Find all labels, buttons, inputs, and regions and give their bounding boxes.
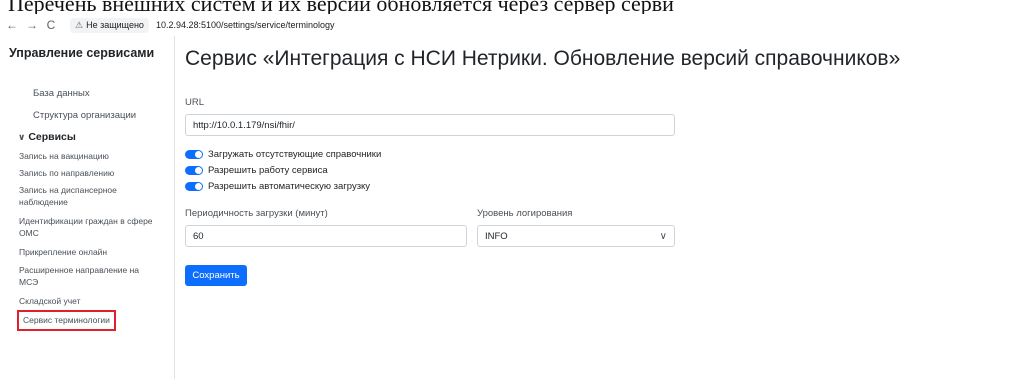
toggle-switch[interactable] [185, 150, 203, 159]
switch-label: Загружать отсутствующие справочники [208, 149, 382, 160]
url-input[interactable]: http://10.0.1.179/nsi/fhir/ [185, 114, 675, 136]
save-button[interactable]: Сохранить [185, 265, 247, 286]
chevron-down-icon: ∨ [18, 131, 26, 142]
sidebar-item-dispensary[interactable]: Запись на диспансерное наблюдение [19, 184, 159, 208]
warning-icon: ⚠ [75, 19, 84, 30]
sidebar-item-database[interactable]: База данных [33, 88, 90, 99]
switch-enable-service[interactable]: Разрешить работу сервиса [185, 165, 328, 176]
switch-label: Разрешить автоматическую загрузку [208, 181, 371, 192]
sidebar-item-oms-identification[interactable]: Идентификации граждан в сфере ОМС [19, 215, 159, 239]
log-level-label: Уровень логирования [477, 208, 573, 219]
sidebar-group-services[interactable]: ∨ Сервисы [18, 131, 76, 143]
toggle-switch[interactable] [185, 182, 203, 191]
forward-arrow-icon[interactable]: → [26, 19, 38, 31]
sidebar-title: Управление сервисами [9, 46, 155, 60]
url-text[interactable]: 10.2.94.28:5100/settings/service/termino… [156, 20, 335, 30]
sidebar-group-label: Сервисы [28, 131, 76, 143]
url-input-value: http://10.0.1.179/nsi/fhir/ [193, 119, 295, 131]
log-level-value: INFO [485, 230, 508, 242]
sidebar-item-warehouse[interactable]: Складской учет [19, 295, 169, 307]
browser-address-bar: ← → C ⚠ Не защищено 10.2.94.28:5100/sett… [0, 14, 1034, 36]
period-input-value: 60 [193, 230, 204, 242]
switch-label: Разрешить работу сервиса [208, 165, 328, 176]
document-text-line: Перечень внешних систем и их версии обно… [8, 0, 674, 15]
sidebar-item-attachment-online[interactable]: Прикрепление онлайн [19, 246, 169, 258]
url-label: URL [185, 97, 205, 108]
sidebar-item-org-structure[interactable]: Структура организации [33, 110, 136, 121]
page-title: Сервис «Интеграция с НСИ Нетрики. Обновл… [185, 47, 901, 70]
period-input[interactable]: 60 [185, 225, 467, 247]
address-field[interactable]: ⚠ Не защищено 10.2.94.28:5100/settings/s… [70, 17, 335, 33]
switch-auto-load[interactable]: Разрешить автоматическую загрузку [185, 181, 370, 192]
period-label: Периодичность загрузки (минут) [185, 208, 328, 219]
chevron-down-icon: ∨ [659, 230, 667, 242]
switch-load-missing[interactable]: Загружать отсутствующие справочники [185, 149, 381, 160]
sidebar: Управление сервисами База данных Структу… [0, 36, 175, 379]
log-level-select[interactable]: INFO ∨ [477, 225, 675, 247]
back-arrow-icon[interactable]: ← [6, 19, 18, 31]
sidebar-item-referral[interactable]: Запись по направлению [19, 167, 169, 179]
sidebar-item-mse-referral[interactable]: Расширенное направление на МСЭ [19, 264, 159, 288]
sidebar-item-terminology[interactable]: Сервис терминологии [17, 310, 116, 331]
sidebar-item-vaccination[interactable]: Запись на вакцинацию [19, 150, 169, 162]
reload-icon[interactable]: C [46, 19, 56, 31]
security-chip[interactable]: ⚠ Не защищено [70, 17, 149, 33]
security-warning-text: Не защищено [86, 20, 144, 30]
toggle-switch[interactable] [185, 166, 203, 175]
